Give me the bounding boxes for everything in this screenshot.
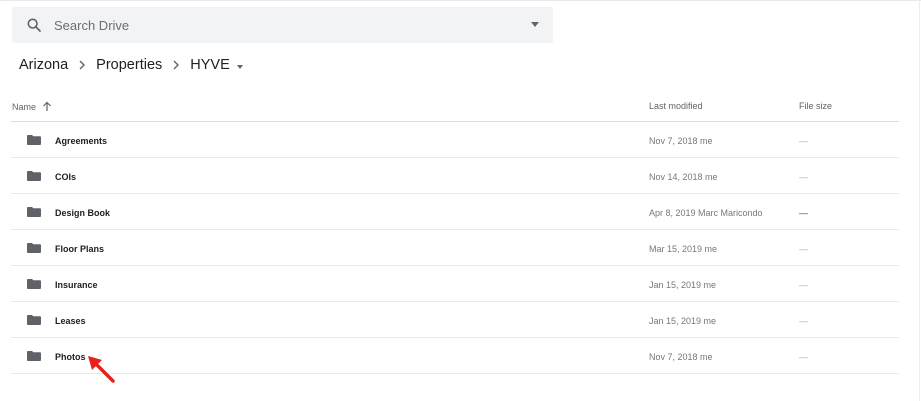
folder-icon: [27, 171, 41, 181]
file-size-column-header[interactable]: File size: [799, 101, 832, 111]
file-size: —: [799, 208, 808, 218]
file-name[interactable]: Leases: [55, 316, 86, 326]
last-modified: Jan 15, 2019 me: [649, 280, 717, 290]
file-name[interactable]: Photos: [55, 352, 86, 362]
search-input[interactable]: [54, 10, 494, 40]
breadcrumb: Arizona Properties HYVE: [19, 57, 243, 73]
file-size: —: [799, 316, 808, 326]
last-modified: Nov 7, 2018 me: [649, 352, 713, 362]
table-row[interactable]: COIs Nov 14, 2018 me —: [11, 158, 899, 194]
last-modified: Nov 7, 2018 me: [649, 136, 713, 146]
file-name[interactable]: Floor Plans: [55, 244, 104, 254]
chevron-right-icon: [172, 60, 180, 70]
last-modified: Apr 8, 2019 Marc Maricondo: [649, 208, 763, 218]
breadcrumb-arizona[interactable]: Arizona: [19, 57, 68, 73]
arrow-up-icon[interactable]: [42, 101, 52, 112]
table-row[interactable]: Photos Nov 7, 2018 me —: [11, 338, 899, 374]
folder-icon: [27, 315, 41, 325]
top-border: [0, 0, 921, 1]
file-name[interactable]: Design Book: [55, 208, 110, 218]
table-row[interactable]: Floor Plans Mar 15, 2019 me —: [11, 230, 899, 266]
file-name[interactable]: Agreements: [55, 136, 107, 146]
last-modified-column-header[interactable]: Last modified: [649, 101, 703, 111]
last-modified: Mar 15, 2019 me: [649, 244, 718, 254]
file-size: —: [799, 172, 808, 182]
last-modified: Jan 15, 2019 me: [649, 316, 717, 326]
file-size: —: [799, 136, 808, 146]
folder-icon: [27, 351, 41, 361]
file-list-header: Name Last modified File size: [11, 88, 899, 122]
breadcrumb-hyve[interactable]: HYVE: [190, 57, 243, 73]
caret-down-icon[interactable]: [236, 65, 243, 69]
file-size: —: [799, 352, 808, 362]
red-arrow-pointer-icon: [88, 356, 115, 383]
right-divider: [919, 0, 920, 401]
file-size: —: [799, 280, 808, 290]
search-options-dropdown-icon[interactable]: [531, 22, 539, 27]
file-name[interactable]: COIs: [55, 172, 76, 182]
file-name[interactable]: Insurance: [55, 280, 98, 290]
folder-icon: [27, 279, 41, 289]
search-bar[interactable]: [12, 7, 553, 43]
chevron-right-icon: [78, 60, 86, 70]
folder-icon: [27, 243, 41, 253]
file-size: —: [799, 244, 808, 254]
search-icon[interactable]: [24, 15, 44, 35]
name-header-label: Name: [12, 101, 37, 112]
folder-icon: [27, 207, 41, 217]
table-row[interactable]: Agreements Nov 7, 2018 me —: [11, 122, 899, 158]
name-column-header[interactable]: Name: [12, 101, 52, 112]
breadcrumb-hyve-label: HYVE: [190, 57, 230, 73]
table-row[interactable]: Leases Jan 15, 2019 me —: [11, 302, 899, 338]
table-row[interactable]: Design Book Apr 8, 2019 Marc Maricondo —: [11, 194, 899, 230]
table-row[interactable]: Insurance Jan 15, 2019 me —: [11, 266, 899, 302]
file-list: Name Last modified File size Agreements …: [11, 88, 899, 374]
folder-icon: [27, 135, 41, 145]
breadcrumb-properties[interactable]: Properties: [96, 57, 162, 73]
last-modified: Nov 14, 2018 me: [649, 172, 718, 182]
